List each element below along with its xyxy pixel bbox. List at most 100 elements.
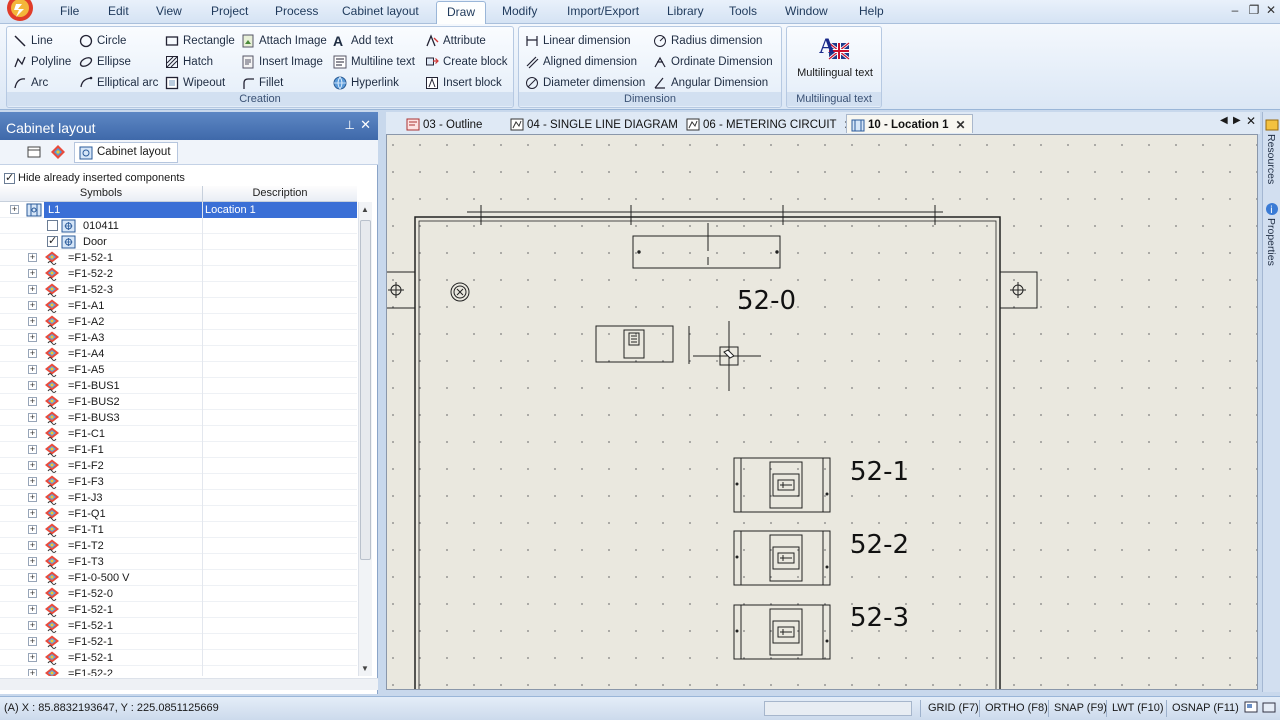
ordinate-dimension-button[interactable]: Ordinate Dimension	[653, 52, 773, 71]
expand-icon[interactable]: +	[28, 605, 37, 614]
tree-row[interactable]: + =F1-52-1	[0, 602, 357, 618]
lwt-toggle[interactable]: LWT (F10)	[1112, 702, 1164, 714]
aligned-dimension-button[interactable]: Aligned dimension	[525, 52, 637, 71]
menu-project[interactable]: Project	[211, 4, 248, 18]
tree-row[interactable]: + =F1-C1	[0, 426, 357, 442]
tree-row[interactable]: + =F1-A3	[0, 330, 357, 346]
tree-row[interactable]: + =F1-BUS1	[0, 378, 357, 394]
expand-icon[interactable]: +	[28, 285, 37, 294]
ground-symbol[interactable]	[450, 282, 470, 302]
menu-help[interactable]: Help	[859, 4, 884, 18]
expand-icon[interactable]: +	[28, 429, 37, 438]
tree-row[interactable]: + =F1-F3	[0, 474, 357, 490]
expand-icon[interactable]: +	[28, 365, 37, 374]
window-layout-icon[interactable]	[1262, 700, 1276, 714]
column-divider[interactable]	[202, 186, 203, 202]
expand-icon[interactable]: +	[28, 493, 37, 502]
tab-cabinet-layout[interactable]: Cabinet layout	[74, 142, 178, 163]
tree-row[interactable]: + =F1-T1	[0, 522, 357, 538]
expand-icon[interactable]: +	[28, 637, 37, 646]
tree-vertical-scrollbar[interactable]: ▲ ▼	[358, 202, 372, 676]
menu-edit[interactable]: Edit	[108, 4, 129, 18]
polyline-button[interactable]: Polyline	[13, 52, 71, 71]
expand-icon[interactable]: +	[28, 621, 37, 630]
column-header-description[interactable]: Description	[203, 187, 357, 199]
layout-icon[interactable]	[1244, 700, 1258, 714]
expand-icon[interactable]: +	[28, 525, 37, 534]
tree-row[interactable]: + =F1-52-1	[0, 618, 357, 634]
side-tab-properties[interactable]: Properties	[1265, 218, 1277, 266]
expand-icon[interactable]: +	[28, 413, 37, 422]
expand-icon[interactable]: +	[28, 301, 37, 310]
tab-scroll-left-icon[interactable]: ◀	[1220, 115, 1228, 126]
tree-row[interactable]: 010411	[0, 218, 357, 234]
menu-tools[interactable]: Tools	[729, 4, 757, 18]
tree-row[interactable]: + =F1-J3	[0, 490, 357, 506]
radius-dimension-button[interactable]: Radius dimension	[653, 31, 762, 50]
column-header-symbols[interactable]: Symbols	[0, 187, 202, 199]
tab-pages-icon[interactable]	[26, 144, 42, 160]
menu-file[interactable]: File	[60, 4, 79, 18]
multilingual-text-icon[interactable]: A	[817, 31, 851, 65]
expand-icon[interactable]: +	[28, 269, 37, 278]
insert-block-button[interactable]: Insert block	[425, 73, 502, 92]
side-tab-resources[interactable]: Resources	[1265, 134, 1277, 184]
tree-row[interactable]: + =F1-F2	[0, 458, 357, 474]
expand-icon[interactable]: +	[28, 589, 37, 598]
tree-row[interactable]: + =F1-52-0	[0, 586, 357, 602]
hide-inserted-toggle[interactable]: Hide already inserted components	[4, 171, 185, 184]
tree-row[interactable]: + =F1-52-3	[0, 282, 357, 298]
scroll-thumb[interactable]	[360, 220, 371, 560]
menu-draw[interactable]: Draw	[436, 1, 487, 24]
linear-dimension-button[interactable]: Linear dimension	[525, 31, 631, 50]
tree-row[interactable]: + =F1-A1	[0, 298, 357, 314]
scroll-up-icon[interactable]: ▲	[361, 205, 369, 214]
doc-close-icon[interactable]: ✕	[1246, 114, 1256, 128]
hyperlink-button[interactable]: Hyperlink	[333, 73, 399, 92]
angular-dimension-button[interactable]: Angular Dimension	[653, 73, 768, 92]
create-block-button[interactable]: Create block	[425, 52, 508, 71]
restore-icon[interactable]: ❐	[1247, 3, 1261, 17]
menu-process[interactable]: Process	[275, 4, 318, 18]
expand-icon[interactable]: +	[10, 205, 19, 214]
diameter-dimension-button[interactable]: Diameter dimension	[525, 73, 645, 92]
menu-modify[interactable]: Modify	[502, 4, 537, 18]
tab-single-line-diagram[interactable]: 04 - SINGLE LINE DIAGRAM ✕	[506, 114, 701, 133]
multiline-text-button[interactable]: Multiline text	[333, 52, 415, 71]
expand-icon[interactable]: +	[28, 317, 37, 326]
rectangle-button[interactable]: Rectangle	[165, 31, 235, 50]
tree-row[interactable]: + =F1-52-2	[0, 266, 357, 282]
tab-outline[interactable]: 03 - Outline	[402, 114, 488, 133]
tree-row[interactable]: + =F1-52-2	[0, 666, 357, 676]
expand-icon[interactable]: +	[28, 653, 37, 662]
circle-button[interactable]: Circle	[79, 31, 126, 50]
multilingual-text-button[interactable]: Multilingual text	[795, 67, 875, 79]
expand-icon[interactable]: +	[28, 669, 37, 676]
osnap-toggle[interactable]: OSNAP (F11)	[1172, 702, 1239, 714]
expand-icon[interactable]: +	[28, 397, 37, 406]
tree-row[interactable]: + =F1-T3	[0, 554, 357, 570]
grid-toggle[interactable]: GRID (F7)	[928, 702, 979, 714]
menu-window[interactable]: Window	[785, 4, 828, 18]
tree-row[interactable]: + =F1-52-1	[0, 634, 357, 650]
tree-row[interactable]: + =F1-BUS2	[0, 394, 357, 410]
close-icon[interactable]: ✕	[1264, 3, 1278, 17]
hide-inserted-checkbox[interactable]	[4, 171, 15, 184]
tree-row[interactable]: + =F1-A5	[0, 362, 357, 378]
label-52-2[interactable]: 52-2	[850, 530, 909, 560]
line-button[interactable]: Line	[13, 31, 53, 50]
expand-icon[interactable]: +	[28, 557, 37, 566]
scroll-down-icon[interactable]: ▼	[361, 664, 369, 673]
tree-row[interactable]: + =F1-A2	[0, 314, 357, 330]
cabinet-drawing[interactable]: 52-0 52-1 52-2 52-3	[387, 135, 1258, 690]
snap-toggle[interactable]: SNAP (F9)	[1054, 702, 1107, 714]
hatch-button[interactable]: Hatch	[165, 52, 213, 71]
label-52-0[interactable]: 52-0	[737, 286, 796, 316]
tree-root-location[interactable]: + L1 Location 1	[0, 202, 357, 218]
menu-cabinet-layout[interactable]: Cabinet layout	[342, 4, 419, 18]
tree-row[interactable]: + =F1-T2	[0, 538, 357, 554]
tree-row[interactable]: + =F1-52-1	[0, 250, 357, 266]
tree-row[interactable]: + =F1-BUS3	[0, 410, 357, 426]
tab-location-1[interactable]: 10 - Location 1 ✕	[846, 114, 973, 133]
expand-icon[interactable]: +	[28, 541, 37, 550]
